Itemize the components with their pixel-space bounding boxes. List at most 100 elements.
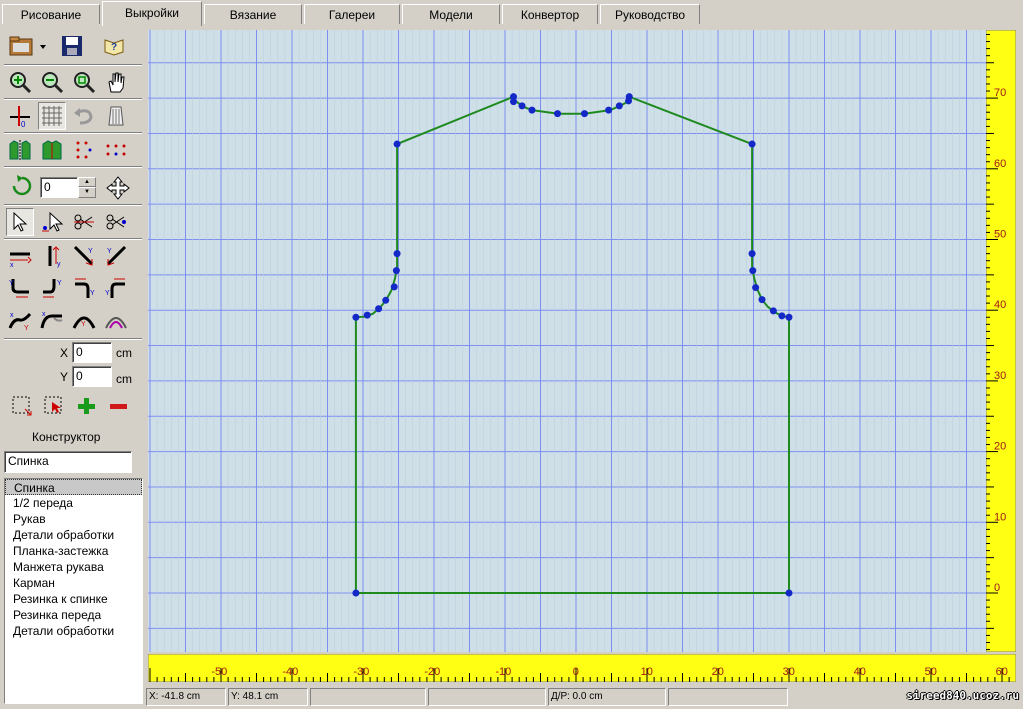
- pattern-point[interactable]: [352, 589, 360, 597]
- cut-line-button[interactable]: [70, 208, 98, 236]
- spin-down-icon[interactable]: ▼: [78, 187, 96, 198]
- pattern-list-item[interactable]: Карман: [5, 575, 142, 591]
- sleeve-cap-alt-button[interactable]: [102, 306, 130, 334]
- status-dr: Д/Р: 0.0 cm: [548, 688, 666, 706]
- move-button[interactable]: [104, 174, 132, 202]
- tab-galleries[interactable]: Галереи: [304, 4, 400, 24]
- pattern-list-item[interactable]: Детали обработки: [5, 623, 142, 639]
- spin-up-icon[interactable]: ▲: [78, 177, 96, 187]
- pattern-list-item[interactable]: Резинка переда: [5, 607, 142, 623]
- sleeve-cap-curve-button[interactable]: Y: [70, 306, 98, 334]
- join-halves-button[interactable]: [38, 136, 66, 164]
- rotate-button[interactable]: [8, 172, 36, 200]
- pattern-point[interactable]: [392, 267, 400, 275]
- shirt-halves-icon: [42, 140, 62, 160]
- pattern-point[interactable]: [785, 589, 793, 597]
- ruler-tick-label: -40: [282, 666, 298, 678]
- points-horizontal-button[interactable]: [102, 136, 130, 164]
- neckline-curve-button[interactable]: x: [38, 306, 66, 334]
- corner-down-left-button[interactable]: Y: [70, 274, 98, 302]
- select-area-button[interactable]: [8, 392, 36, 420]
- tab-models[interactable]: Модели: [402, 4, 500, 24]
- pattern-point[interactable]: [393, 140, 401, 148]
- corner-curve-icon: Y: [9, 279, 29, 298]
- pattern-point[interactable]: [363, 311, 371, 319]
- remove-button[interactable]: [104, 392, 132, 420]
- help-book-button[interactable]: ?: [100, 32, 128, 60]
- undo-arrow-icon: [74, 108, 93, 125]
- corner-up-left-button[interactable]: Y: [102, 274, 130, 302]
- pattern-point[interactable]: [382, 296, 390, 304]
- origin-axis-button[interactable]: 0: [6, 102, 34, 130]
- select-pointer-button[interactable]: [6, 208, 34, 236]
- pattern-point[interactable]: [778, 312, 786, 320]
- pattern-point[interactable]: [625, 97, 633, 105]
- add-button[interactable]: [72, 392, 100, 420]
- cut-points-button[interactable]: [102, 208, 130, 236]
- neckline-curve-icon: x: [40, 311, 63, 329]
- rotation-angle-input[interactable]: 0: [40, 177, 78, 198]
- pattern-point[interactable]: [375, 305, 383, 313]
- sleeve-cap-icon: [105, 317, 127, 329]
- armhole-curve-button[interactable]: xY: [6, 306, 34, 334]
- zoom-fit-button[interactable]: [70, 68, 98, 96]
- pattern-list-item[interactable]: Детали обработки: [5, 527, 142, 543]
- x-coordinate-input[interactable]: 0: [72, 342, 112, 363]
- tab-guide[interactable]: Руководство: [600, 4, 700, 24]
- pattern-point[interactable]: [581, 110, 589, 118]
- vertical-line-button[interactable]: y: [38, 242, 66, 270]
- pattern-point[interactable]: [615, 102, 623, 110]
- corner-up-right-button[interactable]: Y: [38, 274, 66, 302]
- pattern-point[interactable]: [390, 283, 398, 291]
- points-vertical-button[interactable]: [70, 136, 98, 164]
- pattern-list-item[interactable]: Спинка: [5, 479, 142, 495]
- undo-button[interactable]: [70, 102, 98, 130]
- pattern-point[interactable]: [554, 110, 562, 118]
- pattern-point[interactable]: [393, 250, 401, 258]
- drawing-canvas[interactable]: [148, 30, 988, 652]
- tab-drawing[interactable]: Рисование: [2, 4, 100, 24]
- pattern-point[interactable]: [748, 250, 756, 258]
- x-coordinate-label: X: [60, 346, 69, 360]
- pattern-list-item[interactable]: 1/2 переда: [5, 495, 142, 511]
- clear-button[interactable]: [102, 102, 130, 130]
- y-coordinate-input[interactable]: 0: [72, 366, 112, 387]
- select-point-button[interactable]: [38, 208, 66, 236]
- pattern-piece-list[interactable]: Спинка 1/2 переда Рукав Детали обработки Пла…: [4, 478, 143, 704]
- diagonal-down-button[interactable]: Y: [70, 242, 98, 270]
- pattern-point[interactable]: [748, 140, 756, 148]
- pattern-list-item[interactable]: Манжета рукава: [5, 559, 142, 575]
- pattern-name-input[interactable]: Спинка: [4, 451, 132, 473]
- corner-down-right-button[interactable]: Y: [6, 274, 34, 302]
- pattern-point[interactable]: [785, 313, 793, 321]
- pan-hand-button[interactable]: [102, 68, 130, 96]
- pattern-point[interactable]: [752, 284, 760, 292]
- horizontal-line-button[interactable]: x: [6, 242, 34, 270]
- open-pattern-dropdown-button[interactable]: [6, 32, 50, 60]
- pattern-point[interactable]: [518, 102, 526, 110]
- save-button[interactable]: [58, 32, 86, 60]
- mirror-pattern-button[interactable]: [6, 136, 34, 164]
- pattern-point[interactable]: [528, 106, 536, 114]
- tab-knitting[interactable]: Вязание: [204, 4, 302, 24]
- grid-toggle-button[interactable]: [38, 102, 66, 130]
- pattern-list-item[interactable]: Рукав: [5, 511, 142, 527]
- pattern-point[interactable]: [510, 93, 518, 101]
- pattern-point[interactable]: [605, 106, 613, 114]
- zoom-in-button[interactable]: [6, 68, 34, 96]
- pointer-add-icon: [42, 211, 64, 232]
- pattern-point[interactable]: [352, 313, 360, 321]
- tab-converter[interactable]: Конвертор: [502, 4, 598, 24]
- select-area-pointer-button[interactable]: [40, 392, 68, 420]
- pattern-list-item[interactable]: Резинка к спинке: [5, 591, 142, 607]
- y-unit-label: cm: [116, 372, 132, 386]
- rotation-spinner[interactable]: ▲ ▼: [78, 177, 96, 198]
- diagonal-up-button[interactable]: Y: [102, 242, 130, 270]
- zoom-out-button[interactable]: [38, 68, 66, 96]
- pattern-point[interactable]: [769, 307, 777, 315]
- dotted-points-icon: [106, 144, 126, 156]
- tab-patterns[interactable]: Выкройки: [102, 1, 202, 26]
- pattern-list-item[interactable]: Планка-застежка: [5, 543, 142, 559]
- pattern-point[interactable]: [749, 267, 757, 275]
- pattern-point[interactable]: [758, 296, 766, 304]
